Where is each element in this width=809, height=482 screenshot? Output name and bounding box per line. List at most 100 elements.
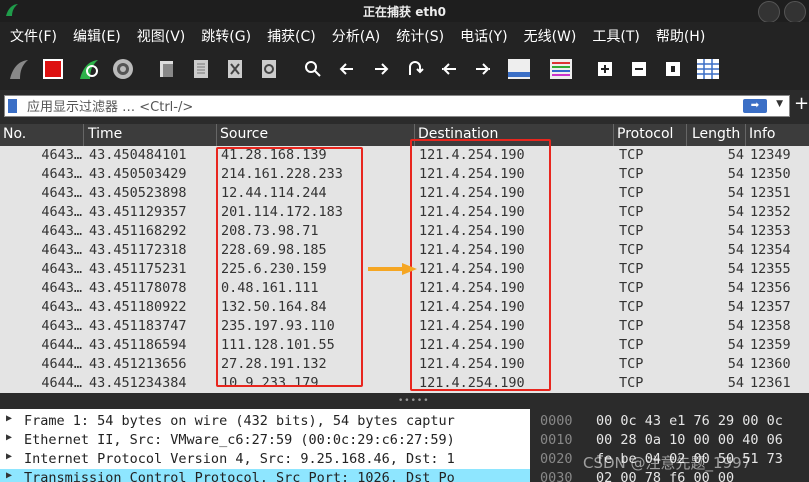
- stop-capture-icon[interactable]: [40, 56, 66, 82]
- title-bar: 正在捕获 eth0: [0, 0, 809, 23]
- expand-triangle-icon[interactable]: ▶: [6, 451, 12, 462]
- packet-protocol: TCP: [619, 261, 644, 277]
- colorize-packets-icon[interactable]: [548, 56, 574, 82]
- auto-scroll-icon[interactable]: [506, 56, 532, 82]
- resize-columns-icon[interactable]: [695, 56, 721, 82]
- apply-filter-arrow-icon[interactable]: ➡: [743, 99, 767, 113]
- zoom-in-icon[interactable]: [592, 56, 618, 82]
- packet-no: 4643…: [41, 318, 82, 334]
- capture-options-gear-icon[interactable]: [110, 56, 136, 82]
- go-forward-arrow-icon[interactable]: [368, 56, 394, 82]
- hex-offset: 0030: [540, 470, 573, 482]
- menu-tools[interactable]: 工具(T): [582, 26, 645, 46]
- detail-text: Ethernet II, Src: VMware_c6:27:59 (00:0c…: [24, 432, 455, 448]
- packet-details-pane[interactable]: ▶ Frame 1: 54 bytes on wire (432 bits), …: [0, 409, 530, 482]
- packet-row[interactable]: 4643… 43.451172318 228.69.98.185 121.4.2…: [0, 241, 809, 260]
- display-filter-box: ➡ ▼: [4, 95, 790, 117]
- menu-edit[interactable]: 编辑(E): [63, 26, 127, 46]
- zoom-out-icon[interactable]: [626, 56, 652, 82]
- packet-length: 54: [727, 318, 744, 334]
- packet-row[interactable]: 4644… 43.451213656 27.28.191.132 121.4.2…: [0, 355, 809, 374]
- go-first-packet-icon[interactable]: [436, 56, 462, 82]
- packet-row[interactable]: 4644… 43.451234384 10.9.233.179 121.4.25…: [0, 374, 809, 393]
- packet-no: 4643…: [41, 280, 82, 296]
- packet-protocol: TCP: [619, 356, 644, 372]
- packet-info: 12358: [750, 318, 791, 334]
- pane-splitter[interactable]: •••••: [0, 393, 809, 409]
- annotation-arrow-icon: [368, 263, 417, 275]
- menu-capture[interactable]: 捕获(C): [257, 26, 322, 46]
- reload-file-icon[interactable]: [256, 56, 282, 82]
- normal-size-icon[interactable]: [660, 56, 686, 82]
- packet-row[interactable]: 4643… 43.451178078 0.48.161.111 121.4.25…: [0, 279, 809, 298]
- column-header-info[interactable]: Info: [749, 126, 776, 142]
- packet-row[interactable]: 4643… 43.450523898 12.44.114.244 121.4.2…: [0, 184, 809, 203]
- packet-length: 54: [727, 223, 744, 239]
- packet-row[interactable]: 4644… 43.451186594 111.128.101.55 121.4.…: [0, 336, 809, 355]
- go-to-packet-icon[interactable]: [402, 56, 428, 82]
- packet-info: 12357: [750, 299, 791, 315]
- hex-bytes: 00 28 0a 10 00 00 40 06: [596, 432, 783, 448]
- close-button[interactable]: [784, 1, 806, 23]
- menu-help[interactable]: 帮助(H): [646, 26, 711, 46]
- go-last-packet-icon[interactable]: [470, 56, 496, 82]
- detail-row-ip[interactable]: ▶ Internet Protocol Version 4, Src: 9.25…: [0, 450, 530, 469]
- menu-go[interactable]: 跳转(G): [191, 26, 257, 46]
- save-file-icon[interactable]: [188, 56, 214, 82]
- packet-protocol: TCP: [619, 223, 644, 239]
- packet-row[interactable]: 4643… 43.451129357 201.114.172.183 121.4…: [0, 203, 809, 222]
- column-header-time[interactable]: Time: [88, 126, 122, 142]
- display-filter-input[interactable]: [25, 97, 729, 117]
- packet-protocol: TCP: [619, 204, 644, 220]
- packet-time: 43.451168292: [89, 223, 187, 239]
- menu-view[interactable]: 视图(V): [127, 26, 192, 46]
- expand-triangle-icon[interactable]: ▶: [6, 432, 12, 443]
- add-filter-button-plus-icon[interactable]: +: [794, 95, 809, 113]
- packet-row[interactable]: 4643… 43.450503429 214.161.228.233 121.4…: [0, 165, 809, 184]
- filter-bookmark-icon[interactable]: [8, 99, 17, 113]
- find-packet-search-icon[interactable]: [300, 56, 326, 82]
- packet-no: 4643…: [41, 185, 82, 201]
- packet-row[interactable]: 4643… 43.451168292 208.73.98.71 121.4.25…: [0, 222, 809, 241]
- packet-no: 4644…: [41, 337, 82, 353]
- expand-triangle-icon[interactable]: ▶: [6, 470, 12, 481]
- column-header-length[interactable]: Length: [692, 126, 740, 142]
- minimize-button[interactable]: [758, 1, 780, 23]
- column-header-no[interactable]: No.: [3, 126, 26, 142]
- packet-length: 54: [727, 337, 744, 353]
- packet-length: 54: [727, 185, 744, 201]
- hex-bytes: 00 0c 43 e1 76 29 00 0c: [596, 413, 783, 429]
- column-header-source[interactable]: Source: [220, 126, 268, 142]
- detail-row-tcp[interactable]: ▶ Transmission Control Protocol, Src Por…: [0, 469, 530, 482]
- column-header-protocol[interactable]: Protocol: [617, 126, 673, 142]
- hex-offset: 0010: [540, 432, 573, 448]
- menu-statistics[interactable]: 统计(S): [386, 26, 450, 46]
- packet-row[interactable]: 4643… 43.451183747 235.197.93.110 121.4.…: [0, 317, 809, 336]
- go-back-arrow-icon[interactable]: [334, 56, 360, 82]
- restart-capture-icon[interactable]: [76, 56, 102, 82]
- packet-no: 4643…: [41, 242, 82, 258]
- packet-row[interactable]: 4643… 43.450484101 41.28.168.139 121.4.2…: [0, 146, 809, 165]
- detail-row-ethernet[interactable]: ▶ Ethernet II, Src: VMware_c6:27:59 (00:…: [0, 431, 530, 450]
- packet-no: 4643…: [41, 166, 82, 182]
- menu-telephony[interactable]: 电话(Y): [450, 26, 513, 46]
- packet-no: 4643…: [41, 223, 82, 239]
- packet-time: 43.451172318: [89, 242, 187, 258]
- open-file-icon[interactable]: [154, 56, 180, 82]
- csdn-watermark: CSDN @注意先题_1997: [583, 454, 752, 472]
- menu-analyze[interactable]: 分析(A): [322, 26, 387, 46]
- packet-row[interactable]: 4643… 43.451180922 132.50.164.84 121.4.2…: [0, 298, 809, 317]
- menu-file[interactable]: 文件(F): [0, 26, 63, 46]
- start-capture-fin-icon[interactable]: [6, 56, 32, 82]
- close-file-icon[interactable]: [222, 56, 248, 82]
- menu-wireless[interactable]: 无线(W): [514, 26, 583, 46]
- filter-dropdown-chevron-icon[interactable]: ▼: [776, 99, 783, 109]
- packet-time: 43.450523898: [89, 185, 187, 201]
- expand-triangle-icon[interactable]: ▶: [6, 413, 12, 424]
- detail-row-frame[interactable]: ▶ Frame 1: 54 bytes on wire (432 bits), …: [0, 412, 530, 431]
- main-toolbar: [0, 50, 809, 90]
- packet-time: 43.451178078: [89, 280, 187, 296]
- splitter-grip-icon[interactable]: •••••: [398, 396, 430, 406]
- packet-info: 12351: [750, 185, 791, 201]
- packet-protocol: TCP: [619, 375, 644, 391]
